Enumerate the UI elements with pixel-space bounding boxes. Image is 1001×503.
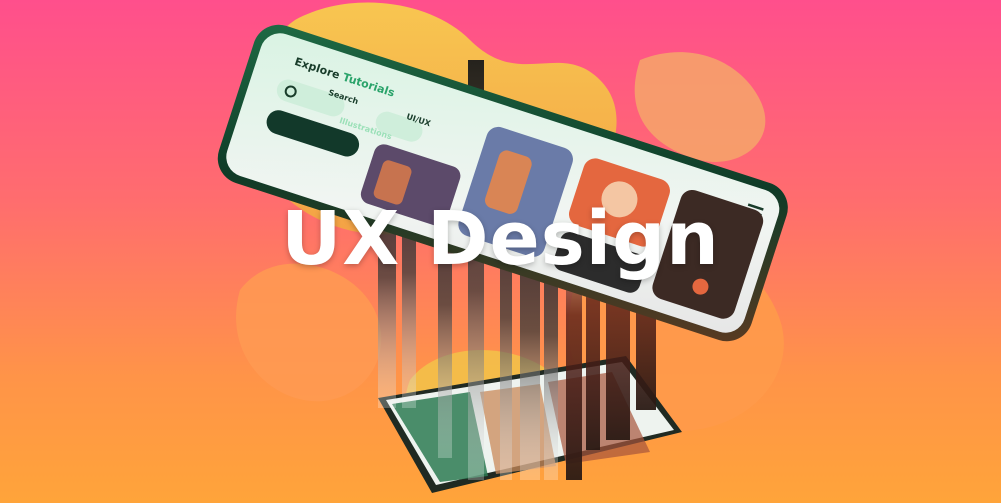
hero-banner: Explore Tutorials Search UI/UX Illustrat… [0, 0, 1001, 503]
headline: UX Design [281, 196, 720, 282]
orange-blob-left [236, 263, 382, 402]
